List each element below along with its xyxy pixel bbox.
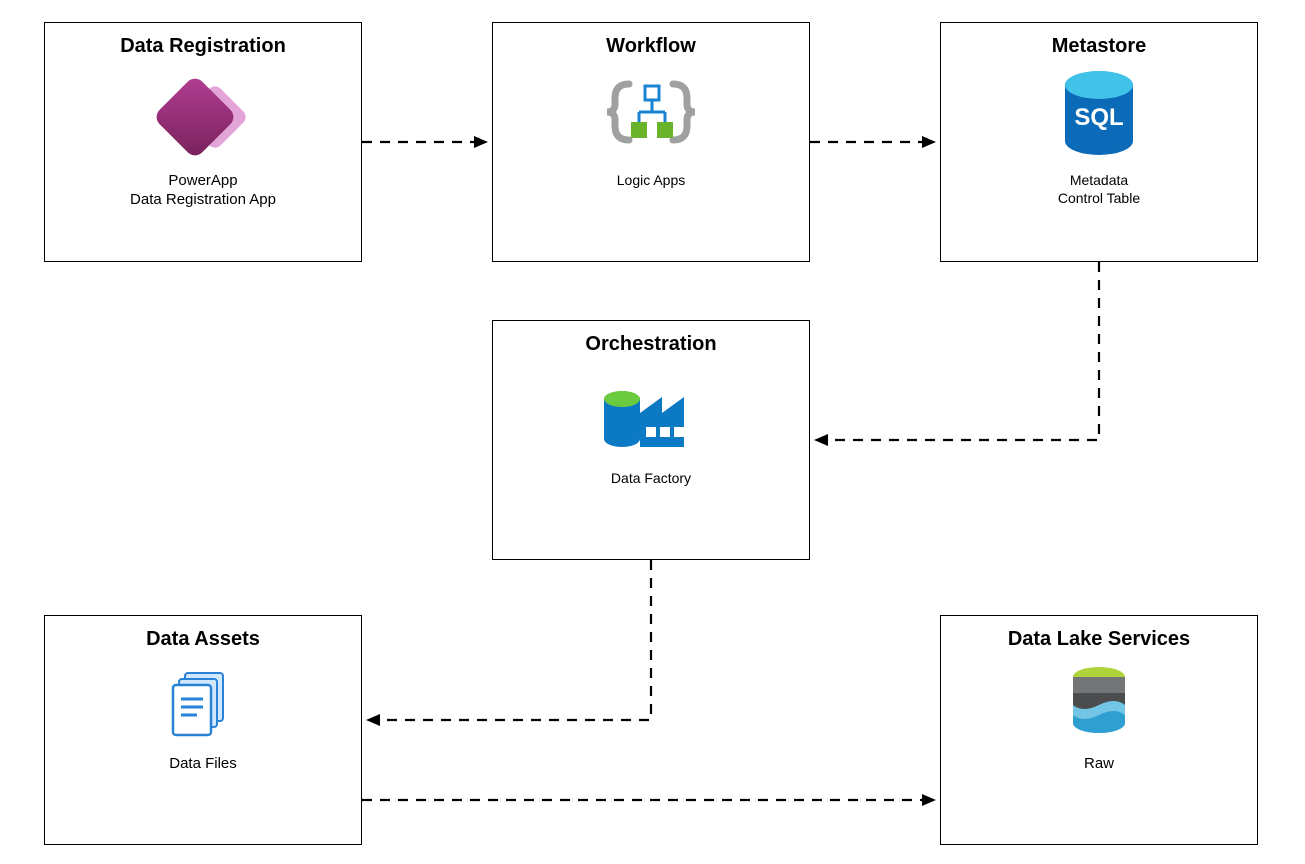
title-orchestration: Orchestration (493, 333, 809, 356)
caption-metastore: Metadata Control Table (941, 172, 1257, 207)
edge-orchestration-assets (368, 560, 651, 720)
node-data-lake-services: Data Lake Services Raw (940, 615, 1258, 845)
title-workflow: Workflow (493, 35, 809, 58)
files-icon (45, 665, 361, 745)
node-data-registration: Data Registration PowerApp Data Registra… (44, 22, 362, 262)
title-metastore: Metastore (941, 35, 1257, 58)
title-data-lake-services: Data Lake Services (941, 628, 1257, 651)
data-lake-icon (941, 665, 1257, 745)
node-metastore: Metastore SQL Metadata Control Table (940, 22, 1258, 262)
title-data-assets: Data Assets (45, 628, 361, 651)
svg-text:SQL: SQL (1074, 104, 1123, 131)
sql-database-icon: SQL (941, 72, 1257, 162)
caption-data-lake-services: Raw (941, 755, 1257, 774)
caption-workflow: Logic Apps (493, 172, 809, 190)
powerapps-icon (45, 72, 361, 162)
node-data-assets: Data Assets Data Files (44, 615, 362, 845)
node-workflow: Workflow Logic Apps (492, 22, 810, 262)
title-data-registration: Data Registration (45, 35, 361, 58)
edge-metastore-orchestration (816, 262, 1099, 440)
node-orchestration: Orchestration Data Factory (492, 320, 810, 560)
logic-apps-icon (493, 72, 809, 162)
data-factory-icon (493, 370, 809, 460)
caption-data-registration: PowerApp Data Registration App (45, 172, 361, 210)
caption-orchestration: Data Factory (493, 470, 809, 488)
caption-data-assets: Data Files (45, 755, 361, 774)
